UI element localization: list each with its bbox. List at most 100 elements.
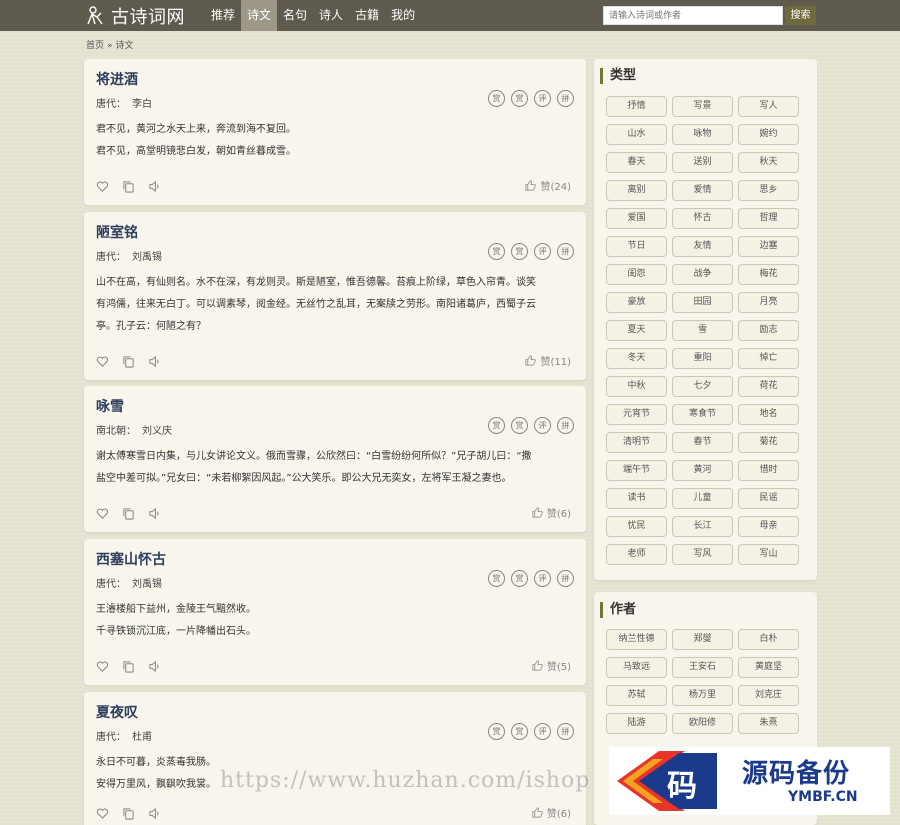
type-tag[interactable]: 元宵节 [606, 404, 667, 425]
poem-author[interactable]: 李白 [132, 99, 152, 110]
type-tag[interactable]: 写山 [738, 544, 799, 565]
tool-translate-button[interactable]: 赏 [511, 417, 528, 434]
author-tag[interactable]: 欧阳修 [672, 713, 733, 734]
author-tag[interactable]: 朱熹 [738, 713, 799, 734]
poem-author[interactable]: 刘禹锡 [132, 252, 162, 263]
type-tag[interactable]: 送别 [672, 152, 733, 173]
type-tag[interactable]: 七夕 [672, 376, 733, 397]
type-tag[interactable]: 夏天 [606, 320, 667, 341]
type-tag[interactable]: 抒情 [606, 96, 667, 117]
type-tag[interactable]: 节日 [606, 236, 667, 257]
heart-icon[interactable] [96, 507, 109, 520]
tool-appreciate-button[interactable]: 赏 [488, 723, 505, 740]
poem-title[interactable]: 夏夜叹 [96, 702, 138, 722]
tool-translate-button[interactable]: 赏 [511, 723, 528, 740]
type-tag[interactable]: 重阳 [672, 348, 733, 369]
type-tag[interactable]: 荷花 [738, 376, 799, 397]
type-tag[interactable]: 端午节 [606, 460, 667, 481]
like-button[interactable]: 赞(5) [531, 658, 571, 673]
copy-icon[interactable] [122, 660, 135, 673]
author-tag[interactable]: 郑燮 [672, 629, 733, 650]
tool-pinyin-button[interactable]: 拼 [557, 90, 574, 107]
speaker-icon[interactable] [148, 660, 161, 673]
type-tag[interactable]: 清明节 [606, 432, 667, 453]
heart-icon[interactable] [96, 355, 109, 368]
type-tag[interactable]: 儿童 [672, 488, 733, 509]
speaker-icon[interactable] [148, 180, 161, 193]
poem-author[interactable]: 刘禹锡 [132, 579, 162, 590]
type-tag[interactable]: 写风 [672, 544, 733, 565]
tool-pinyin-button[interactable]: 拼 [557, 417, 574, 434]
site-logo[interactable]: 古诗词网 [84, 4, 185, 28]
nav-poets[interactable]: 诗人 [313, 0, 349, 31]
breadcrumb-home[interactable]: 首页 [86, 41, 104, 51]
type-tag[interactable]: 冬天 [606, 348, 667, 369]
heart-icon[interactable] [96, 180, 109, 193]
tool-comment-button[interactable]: 评 [534, 417, 551, 434]
type-tag[interactable]: 写人 [738, 96, 799, 117]
tool-appreciate-button[interactable]: 赏 [488, 243, 505, 260]
speaker-icon[interactable] [148, 355, 161, 368]
type-tag[interactable]: 怀古 [672, 208, 733, 229]
author-tag[interactable]: 纳兰性德 [606, 629, 667, 650]
poem-title[interactable]: 将进酒 [96, 69, 138, 89]
type-tag[interactable]: 田园 [672, 292, 733, 313]
nav-recommend[interactable]: 推荐 [205, 0, 241, 31]
type-tag[interactable]: 咏物 [672, 124, 733, 145]
nav-classics[interactable]: 古籍 [349, 0, 385, 31]
copy-icon[interactable] [122, 180, 135, 193]
search-button[interactable]: 搜索 [785, 6, 816, 25]
type-tag[interactable]: 思乡 [738, 180, 799, 201]
tool-pinyin-button[interactable]: 拼 [557, 570, 574, 587]
type-tag[interactable]: 黄河 [672, 460, 733, 481]
like-button[interactable]: 赞(24) [524, 178, 571, 193]
type-tag[interactable]: 闺怨 [606, 264, 667, 285]
copy-icon[interactable] [122, 807, 135, 820]
type-tag[interactable]: 中秋 [606, 376, 667, 397]
search-input[interactable] [603, 6, 783, 25]
type-tag[interactable]: 边塞 [738, 236, 799, 257]
type-tag[interactable]: 民谣 [738, 488, 799, 509]
author-tag[interactable]: 王安石 [672, 657, 733, 678]
heart-icon[interactable] [96, 660, 109, 673]
poem-title[interactable]: 陋室铭 [96, 222, 138, 242]
type-tag[interactable]: 写景 [672, 96, 733, 117]
type-tag[interactable]: 秋天 [738, 152, 799, 173]
like-button[interactable]: 赞(11) [524, 353, 571, 368]
type-tag[interactable]: 爱国 [606, 208, 667, 229]
author-tag[interactable]: 杨万里 [672, 685, 733, 706]
tool-comment-button[interactable]: 评 [534, 723, 551, 740]
tool-comment-button[interactable]: 评 [534, 243, 551, 260]
nav-poems[interactable]: 诗文 [241, 0, 278, 31]
nav-quotes[interactable]: 名句 [277, 0, 313, 31]
like-button[interactable]: 赞(6) [531, 505, 571, 520]
tool-translate-button[interactable]: 赏 [511, 243, 528, 260]
tool-appreciate-button[interactable]: 赏 [488, 90, 505, 107]
type-tag[interactable]: 老师 [606, 544, 667, 565]
poem-dynasty[interactable]: 南北朝： [96, 426, 136, 437]
type-tag[interactable]: 山水 [606, 124, 667, 145]
type-tag[interactable]: 雪 [672, 320, 733, 341]
poem-title[interactable]: 西塞山怀古 [96, 549, 166, 569]
tool-translate-button[interactable]: 赏 [511, 570, 528, 587]
type-tag[interactable]: 哲理 [738, 208, 799, 229]
poem-dynasty[interactable]: 唐代： [96, 579, 126, 590]
tool-pinyin-button[interactable]: 拼 [557, 243, 574, 260]
poem-title[interactable]: 咏雪 [96, 396, 124, 416]
tool-appreciate-button[interactable]: 赏 [488, 570, 505, 587]
author-tag[interactable]: 马致远 [606, 657, 667, 678]
heart-icon[interactable] [96, 807, 109, 820]
poem-dynasty[interactable]: 唐代： [96, 732, 126, 743]
poem-author[interactable]: 刘义庆 [142, 426, 172, 437]
type-tag[interactable]: 婉约 [738, 124, 799, 145]
poem-author[interactable]: 杜甫 [132, 732, 152, 743]
author-tag[interactable]: 白朴 [738, 629, 799, 650]
tool-appreciate-button[interactable]: 赏 [488, 417, 505, 434]
tool-pinyin-button[interactable]: 拼 [557, 723, 574, 740]
type-tag[interactable]: 春天 [606, 152, 667, 173]
type-tag[interactable]: 春节 [672, 432, 733, 453]
type-tag[interactable]: 菊花 [738, 432, 799, 453]
author-tag[interactable]: 刘克庄 [738, 685, 799, 706]
type-tag[interactable]: 母亲 [738, 516, 799, 537]
type-tag[interactable]: 豪放 [606, 292, 667, 313]
